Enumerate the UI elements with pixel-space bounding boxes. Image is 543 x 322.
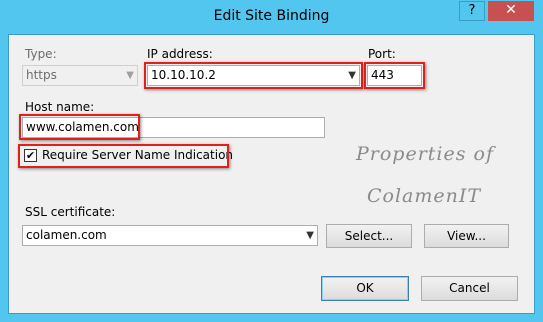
ssl-certificate-label: SSL certificate: — [25, 205, 116, 219]
ip-address-highlight — [144, 62, 363, 89]
port-label: Port: — [368, 47, 396, 61]
view-certificate-button[interactable]: View... — [424, 224, 509, 248]
title-bar[interactable]: Edit Site Binding ? ✕ — [0, 0, 543, 34]
chevron-down-icon: ▼ — [126, 70, 134, 81]
cancel-button[interactable]: Cancel — [421, 276, 518, 301]
host-name-highlight — [19, 114, 140, 140]
chevron-down-icon: ▼ — [306, 230, 314, 241]
type-label: Type: — [25, 47, 57, 61]
type-select: https ▼ — [22, 65, 138, 86]
ip-address-label: IP address: — [147, 47, 213, 61]
close-icon: ✕ — [505, 2, 517, 18]
ok-button[interactable]: OK — [321, 276, 409, 301]
edit-site-binding-dialog: Edit Site Binding ? ✕ Type: https ▼ IP a… — [0, 0, 543, 322]
close-button[interactable]: ✕ — [488, 1, 534, 21]
type-value: https — [26, 68, 57, 82]
sni-highlight — [18, 144, 229, 168]
ssl-certificate-value: colamen.com — [26, 228, 107, 242]
help-button[interactable]: ? — [459, 1, 485, 21]
watermark-line-2: ColamenIT — [367, 185, 482, 207]
select-certificate-button[interactable]: Select... — [326, 224, 412, 248]
port-highlight — [364, 62, 425, 89]
watermark-line-1: Properties of — [356, 143, 495, 165]
host-name-label: Host name: — [25, 100, 95, 114]
ssl-certificate-select[interactable]: colamen.com ▼ — [22, 225, 318, 246]
